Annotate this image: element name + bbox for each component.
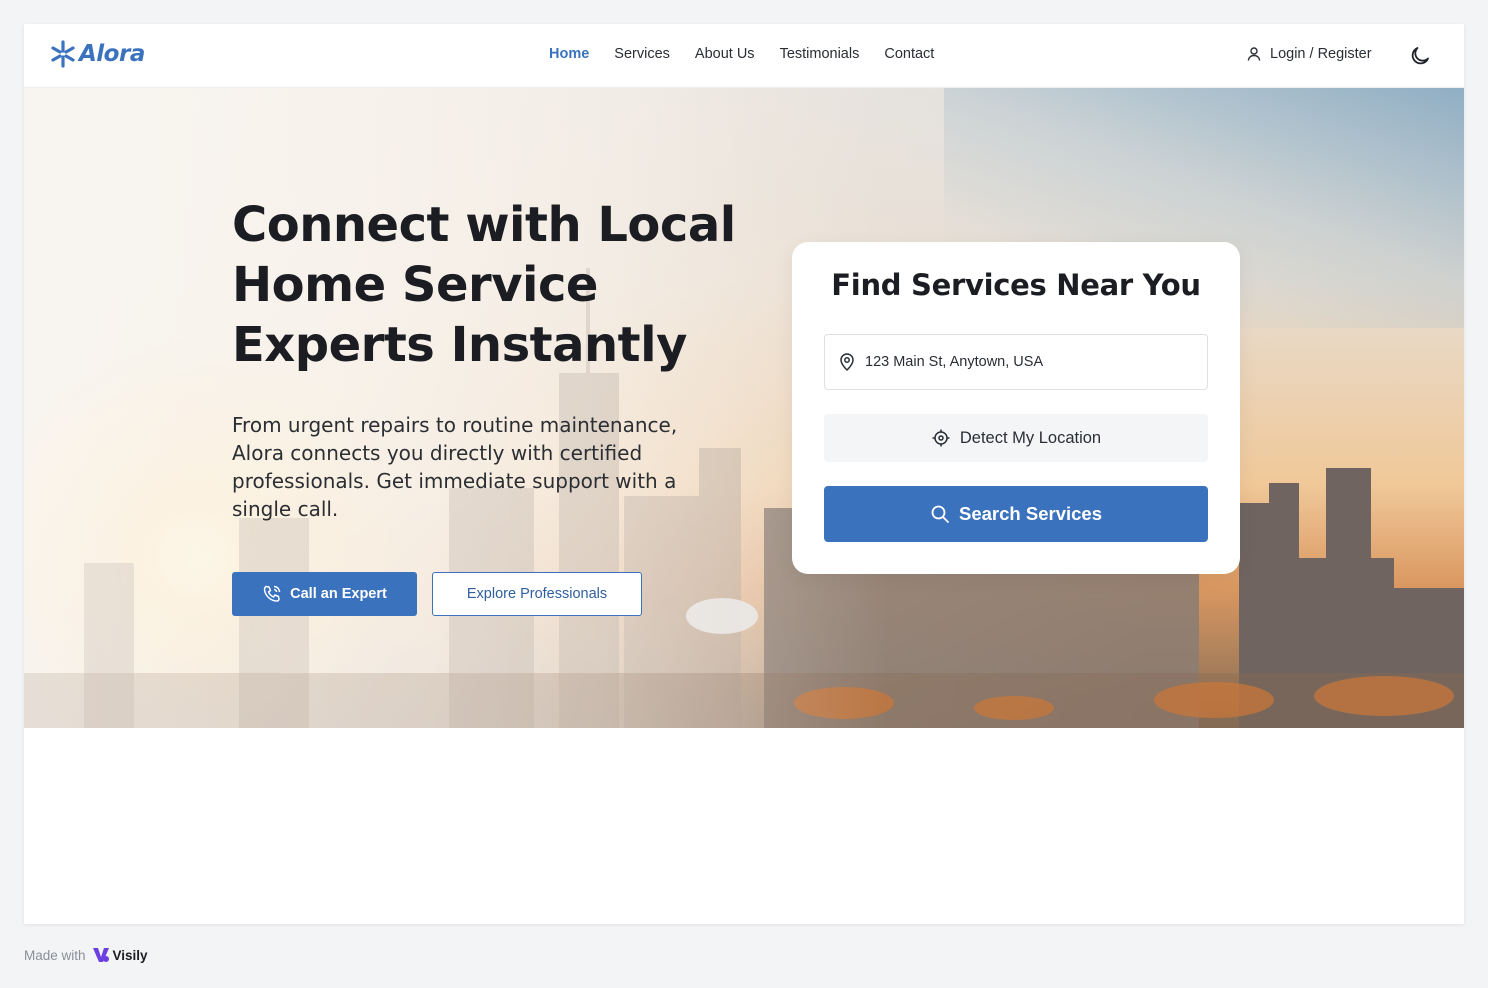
explore-professionals-button[interactable]: Explore Professionals (432, 572, 642, 616)
address-field[interactable] (824, 334, 1208, 390)
phone-icon (263, 585, 281, 602)
logo[interactable]: Alora (50, 40, 145, 68)
hero-section: Connect with Local Home Service Experts … (24, 88, 1464, 728)
made-with-label: Made with (24, 947, 86, 963)
map-pin-icon (840, 353, 854, 372)
detect-location-label: Detect My Location (959, 428, 1102, 447)
login-label: Login / Register (1270, 46, 1372, 62)
search-services-button[interactable]: Search Services (824, 486, 1208, 542)
call-expert-label: Call an Expert (290, 586, 387, 602)
nav-services[interactable]: Services (614, 46, 670, 62)
search-icon (931, 505, 949, 523)
call-expert-button[interactable]: Call an Expert (232, 572, 417, 616)
visily-logo-icon (92, 948, 109, 962)
crosshair-icon (932, 429, 950, 447)
nav-testimonials[interactable]: Testimonials (780, 46, 860, 62)
nav-contact[interactable]: Contact (884, 46, 934, 62)
nav-about-us[interactable]: About Us (695, 46, 755, 62)
hero-headline: Connect with Local Home Service Experts … (232, 197, 736, 373)
search-services-label: Search Services (959, 503, 1102, 524)
hero-overlay (24, 88, 1464, 728)
header: Alora Home Services About Us Testimonial… (24, 24, 1464, 88)
moon-icon (1411, 47, 1429, 65)
brand-name: Alora (79, 41, 145, 67)
made-with-badge[interactable]: Made with Visily (24, 946, 148, 964)
detect-location-button[interactable]: Detect My Location (824, 414, 1208, 462)
main-nav: Home Services About Us Testimonials Cont… (549, 46, 934, 62)
explore-professionals-label: Explore Professionals (466, 586, 608, 602)
visily-label: Visily (112, 947, 148, 963)
login-register-link[interactable]: Login / Register (1246, 46, 1372, 62)
address-input[interactable] (865, 354, 1195, 370)
user-icon (1247, 47, 1261, 61)
page-frame: Alora Home Services About Us Testimonial… (24, 24, 1464, 924)
theme-toggle-button[interactable] (1408, 44, 1432, 68)
hero-subtext: From urgent repairs to routine maintenan… (232, 413, 678, 521)
search-card: Find Services Near You Detect My Loc (792, 242, 1240, 574)
nav-home[interactable]: Home (549, 46, 589, 62)
search-card-title: Find Services Near You (831, 268, 1201, 302)
asterisk-logo-icon (51, 40, 75, 68)
visily-logo: Visily (91, 946, 148, 964)
